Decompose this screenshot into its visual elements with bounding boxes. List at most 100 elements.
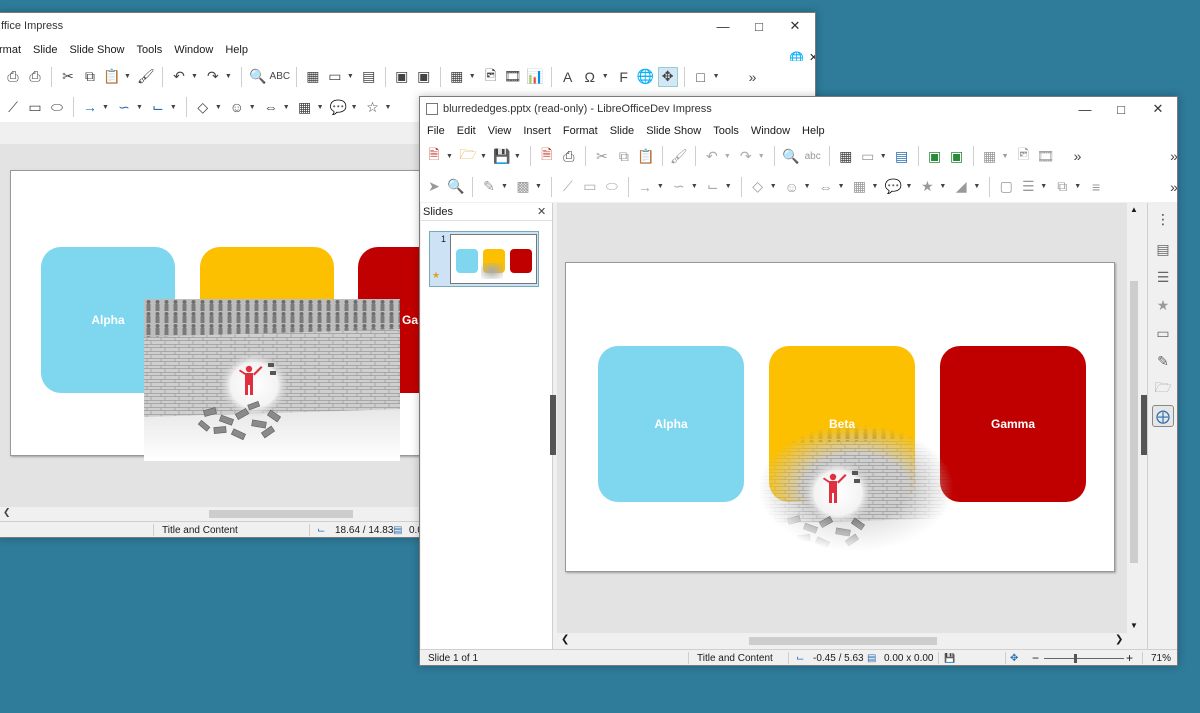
clone-format-icon[interactable]: 🖌 bbox=[136, 67, 156, 87]
grid-icon[interactable]: ▦ bbox=[836, 146, 856, 166]
arrange-icon[interactable]: ⧉ bbox=[1052, 177, 1072, 197]
close-panel-icon[interactable]: ✕ bbox=[537, 205, 546, 218]
select-icon[interactable]: ➤ bbox=[424, 177, 444, 197]
display-views-icon[interactable]: ▭ bbox=[858, 146, 878, 166]
menu-slide[interactable]: Slide bbox=[27, 44, 63, 56]
curve-icon[interactable]: ∽ bbox=[114, 97, 134, 117]
close-button[interactable]: ✕ bbox=[1140, 97, 1176, 121]
minimize-button[interactable]: — bbox=[705, 13, 741, 39]
print-icon[interactable]: ⎙ bbox=[559, 146, 579, 166]
ellipse-icon[interactable]: ⬭ bbox=[47, 97, 67, 117]
navigator-icon[interactable]: ⨁ bbox=[1152, 405, 1174, 427]
start-presentation-icon[interactable]: ▣ bbox=[392, 67, 412, 87]
line-icon[interactable]: ⟋ bbox=[3, 97, 23, 117]
styles-icon[interactable]: ✎ bbox=[1153, 351, 1173, 371]
zoom-out-button[interactable]: − bbox=[1032, 651, 1039, 665]
redo-icon[interactable]: ↷ bbox=[736, 146, 756, 166]
hscroll-thumb[interactable] bbox=[749, 637, 937, 645]
back-scroll-thumb[interactable] bbox=[209, 510, 353, 518]
cut-icon[interactable]: ✂ bbox=[592, 146, 612, 166]
menu-help[interactable]: Help bbox=[796, 125, 831, 137]
spellcheck-icon[interactable]: ABC bbox=[270, 67, 291, 87]
redo-icon[interactable]: ↷ bbox=[203, 67, 223, 87]
zoom-icon[interactable]: 🔍 bbox=[446, 177, 466, 197]
ellipse-icon[interactable]: ⬭ bbox=[602, 177, 622, 197]
spellcheck-icon[interactable]: abc bbox=[803, 146, 823, 166]
print-icon[interactable]: ⎙ bbox=[25, 67, 45, 87]
animation-icon[interactable]: ★ bbox=[1153, 295, 1173, 315]
zoom-in-button[interactable]: + bbox=[1126, 651, 1133, 665]
vscroll-thumb[interactable] bbox=[1130, 281, 1138, 563]
basic-shapes-icon[interactable]: ◇ bbox=[748, 177, 768, 197]
media-icon[interactable]: 🎞 bbox=[1036, 146, 1056, 166]
fontwork-icon[interactable]: F bbox=[614, 67, 634, 87]
fit-slide-icon[interactable]: ✥ bbox=[1010, 653, 1018, 664]
export-pdf-icon[interactable]: 🗎 bbox=[537, 146, 557, 166]
menu-edit[interactable]: Edit bbox=[451, 125, 482, 137]
line-color-icon[interactable]: ✎ bbox=[479, 177, 499, 197]
maximize-button[interactable]: □ bbox=[741, 13, 777, 39]
block-arrows-icon[interactable]: ⇔ bbox=[816, 177, 836, 197]
print-icon[interactable]: ⎙ bbox=[3, 67, 23, 87]
panel-collapse-handle[interactable] bbox=[550, 395, 556, 455]
menu-view[interactable]: View bbox=[482, 125, 518, 137]
master-slide-icon[interactable]: ▤ bbox=[892, 146, 912, 166]
menu-help[interactable]: Help bbox=[219, 44, 254, 56]
paste-icon[interactable]: 📋 bbox=[102, 67, 122, 87]
3d-icon[interactable]: ◢ bbox=[951, 177, 971, 197]
block-arrows-icon[interactable]: ⇔ bbox=[261, 97, 281, 117]
align-icon[interactable]: ☰ bbox=[1018, 177, 1038, 197]
curve-icon[interactable]: ∽ bbox=[669, 177, 689, 197]
master-slides-icon[interactable]: ▭ bbox=[1153, 323, 1173, 343]
text-icon[interactable]: A bbox=[558, 67, 578, 87]
menu-window[interactable]: Window bbox=[745, 125, 796, 137]
chart-icon[interactable]: 📊 bbox=[525, 67, 545, 87]
more-icon[interactable]: » bbox=[743, 67, 763, 87]
properties-icon[interactable]: ▤ bbox=[1153, 239, 1173, 259]
fill-color-icon[interactable]: ▩ bbox=[513, 177, 533, 197]
close-button[interactable]: ✕ bbox=[777, 13, 813, 39]
rectangle-icon[interactable]: ▭ bbox=[25, 97, 45, 117]
start-current-icon[interactable]: ▣ bbox=[947, 146, 967, 166]
display-views-icon[interactable]: ▭ bbox=[325, 67, 345, 87]
zoom-level[interactable]: 71% bbox=[1151, 653, 1171, 664]
media-icon[interactable]: 🎞 bbox=[503, 67, 523, 87]
special-char-icon[interactable]: Ω bbox=[580, 67, 600, 87]
callout-icon[interactable]: 💬 bbox=[329, 97, 349, 117]
start-current-icon[interactable]: ▣ bbox=[414, 67, 434, 87]
more-icon[interactable]: » bbox=[1164, 146, 1177, 166]
copy-icon[interactable]: ⧉ bbox=[614, 146, 634, 166]
menu-slide[interactable]: Slide bbox=[604, 125, 640, 137]
insert-frame-icon[interactable]: □ bbox=[691, 67, 711, 87]
hyperlink-icon[interactable]: 🌐 bbox=[636, 67, 656, 87]
image-icon[interactable]: 🖻 bbox=[481, 67, 501, 87]
star-icon[interactable]: ★ bbox=[917, 177, 937, 197]
slide-transition-icon[interactable]: ☰ bbox=[1153, 267, 1173, 287]
minimize-button[interactable]: — bbox=[1067, 97, 1103, 121]
undo-icon[interactable]: ↶ bbox=[169, 67, 189, 87]
shapes-icon[interactable]: ✥ bbox=[657, 66, 678, 87]
gallery-icon[interactable]: 🗁 bbox=[1153, 379, 1173, 399]
flowchart-icon[interactable]: ▦ bbox=[295, 97, 315, 117]
open-icon[interactable]: 🗁 bbox=[458, 146, 478, 166]
grid-icon[interactable]: ▦ bbox=[303, 67, 323, 87]
menu-slide-show[interactable]: Slide Show bbox=[63, 44, 130, 56]
clone-format-icon[interactable]: 🖌 bbox=[669, 146, 689, 166]
master-slide-icon[interactable]: ▤ bbox=[359, 67, 379, 87]
sidebar-menu-icon[interactable]: ⋮ bbox=[1153, 209, 1173, 229]
rectangle-icon[interactable]: ▭ bbox=[580, 177, 600, 197]
arrow-icon[interactable]: → bbox=[80, 97, 100, 117]
cut-icon[interactable]: ✂ bbox=[58, 67, 78, 87]
menu-insert[interactable]: Insert bbox=[517, 125, 557, 137]
menu-format[interactable]: Format bbox=[557, 125, 604, 137]
front-hscrollbar[interactable]: ❮ ❯ bbox=[557, 633, 1127, 649]
flowchart-icon[interactable]: ▦ bbox=[850, 177, 870, 197]
save-icon[interactable]: 💾 bbox=[492, 146, 512, 166]
find-replace-icon[interactable]: 🔍 bbox=[781, 146, 801, 166]
image-icon[interactable]: 🖻 bbox=[1014, 146, 1034, 166]
undo-icon[interactable]: ↶ bbox=[702, 146, 722, 166]
more-icon[interactable]: » bbox=[1164, 177, 1177, 197]
zoom-slider[interactable] bbox=[1044, 654, 1124, 663]
connector-icon[interactable]: ⌙ bbox=[148, 97, 168, 117]
table-icon[interactable]: ▦ bbox=[447, 67, 467, 87]
